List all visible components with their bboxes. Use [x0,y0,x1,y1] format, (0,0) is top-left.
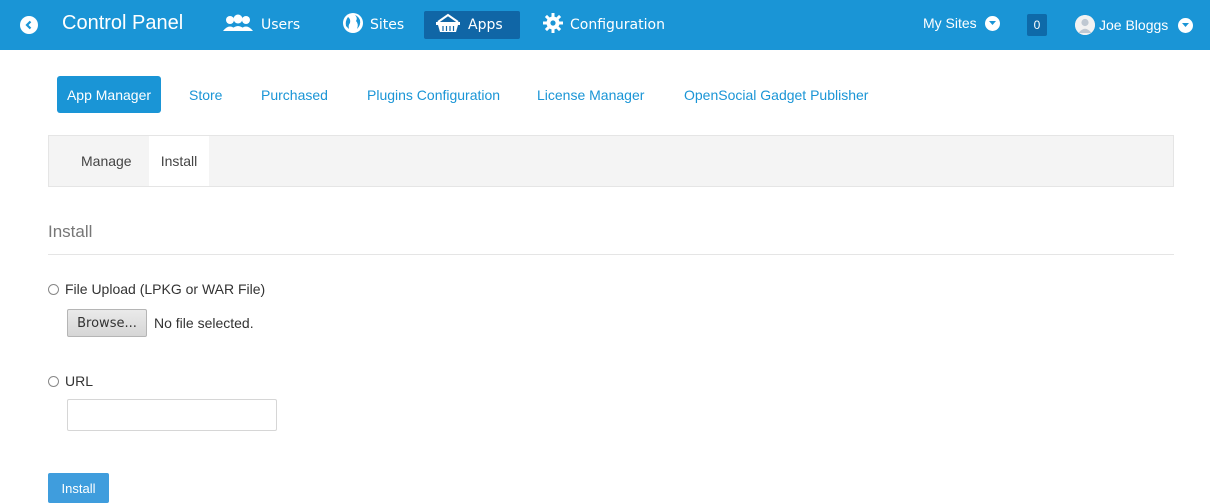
nav-apps-label: Apps [468,17,503,33]
avatar [1075,15,1095,35]
basket-icon [434,13,462,37]
url-option[interactable]: URL [48,373,93,389]
subnav-app-manager[interactable]: App Manager [57,76,161,113]
user-name: Joe Bloggs [1099,17,1169,33]
subnav-license-manager[interactable]: License Manager [527,76,654,113]
tab-bar: Manage Install [48,135,1174,187]
chevron-down-icon [1178,17,1194,33]
install-button[interactable]: Install [48,473,109,503]
file-upload-radio[interactable] [48,283,59,295]
nav-configuration-label: Configuration [570,17,665,33]
my-sites-label: My Sites [923,15,977,31]
nav-apps[interactable]: Apps [424,11,520,39]
nav-configuration[interactable]: Configuration [532,11,675,39]
section-title: Install [48,222,93,241]
notification-count-badge[interactable]: 0 [1027,14,1047,36]
subnav-purchased[interactable]: Purchased [251,76,338,113]
nav-sites-label: Sites [370,17,405,33]
nav-sites[interactable]: Sites [332,11,414,39]
globe-icon [342,12,364,38]
subnav-opensocial-gadget-publisher[interactable]: OpenSocial Gadget Publisher [674,76,878,113]
users-icon [221,14,255,36]
browse-button[interactable]: Browse... [67,309,147,337]
url-label: URL [65,373,94,389]
subnav-plugins-configuration[interactable]: Plugins Configuration [357,76,510,113]
tab-install[interactable]: Install [149,136,209,186]
url-radio[interactable] [48,375,59,387]
gear-icon [542,12,564,38]
control-panel-title[interactable]: Control Panel [62,12,183,35]
file-upload-option[interactable]: File Upload (LPKG or WAR File) [48,281,265,297]
my-sites-menu[interactable]: My Sites [923,15,1000,31]
chevron-down-icon [984,15,1000,31]
dockbar: Control Panel Users Sites Apps Configura… [0,0,1210,50]
nav-users-label: Users [261,17,301,33]
back-button[interactable] [20,16,38,34]
file-upload-label: File Upload (LPKG or WAR File) [65,281,266,297]
file-status-text: No file selected. [154,315,254,331]
tab-manage[interactable]: Manage [71,136,142,186]
chevron-left-icon [24,20,34,30]
url-input[interactable] [67,399,277,431]
user-menu[interactable]: Joe Bloggs [1075,15,1194,35]
subnav-store[interactable]: Store [179,76,232,113]
section-divider [48,254,1174,255]
nav-users[interactable]: Users [211,11,310,39]
